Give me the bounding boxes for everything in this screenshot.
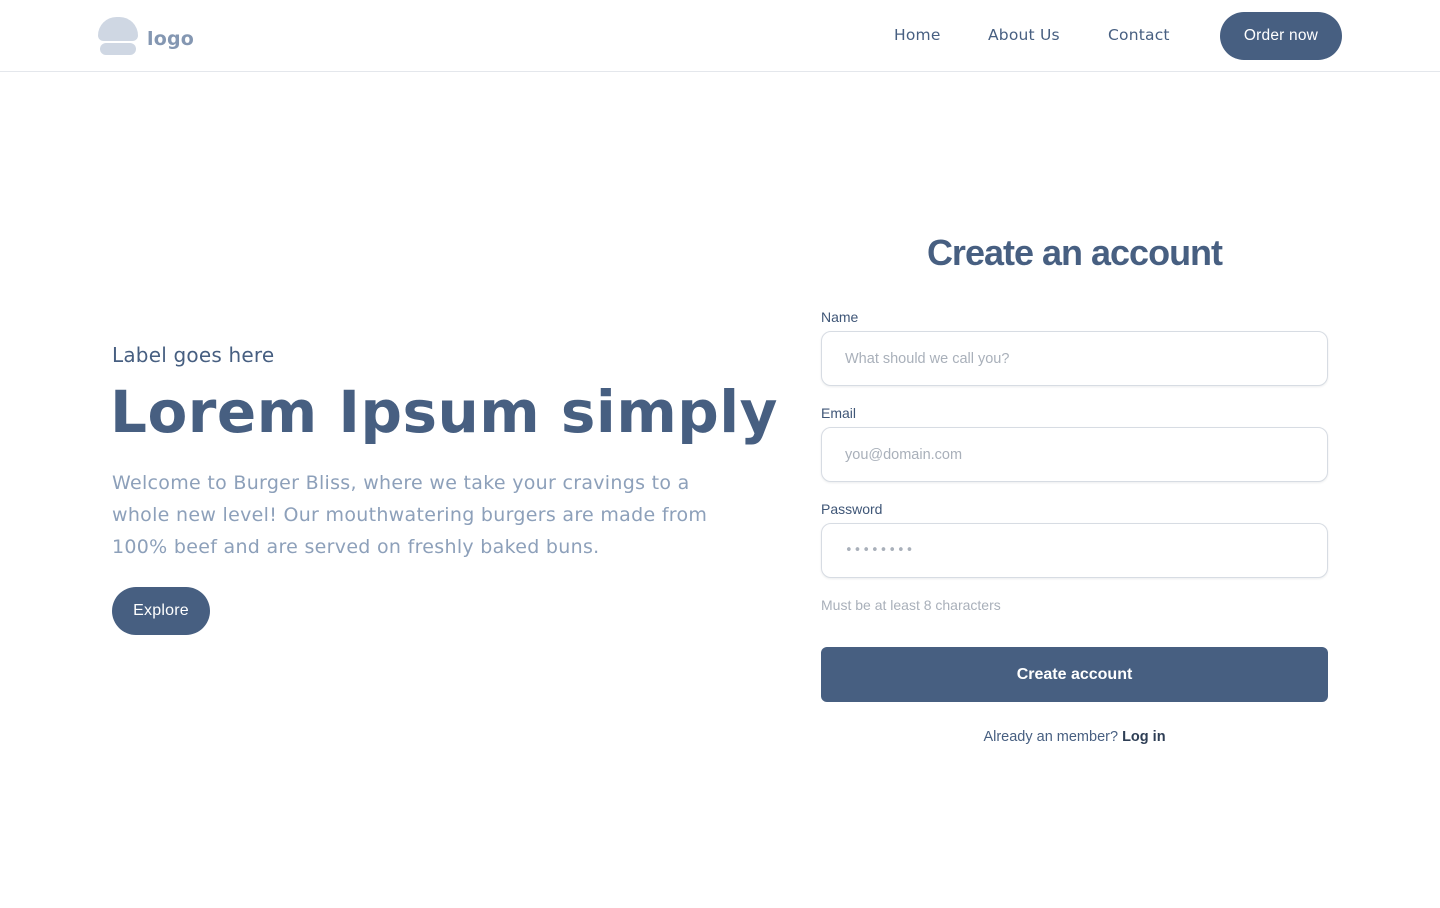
form-title: Create an account [926, 232, 1223, 273]
logo-text: logo [147, 28, 195, 50]
name-input[interactable] [821, 331, 1328, 386]
nav-link-contact[interactable]: Contact [1108, 26, 1170, 44]
member-prompt-text: Already an member? [983, 729, 1119, 745]
email-input[interactable] [821, 427, 1328, 482]
hero-description: Welcome to Burger Bliss, where we take y… [112, 472, 708, 558]
password-hint: Must be at least 8 characters [821, 597, 1001, 613]
create-account-button[interactable]: Create account [821, 647, 1328, 702]
name-label: Name [821, 309, 859, 325]
login-link[interactable]: Log in [1122, 729, 1166, 745]
burger-logo-icon [98, 17, 138, 55]
logo-bun-top [98, 17, 138, 41]
nav-link-about-us[interactable]: About Us [988, 26, 1060, 44]
site-header: logo Home About Us Contact Order now [0, 0, 1440, 72]
password-label: Password [821, 501, 883, 517]
nav-link-home[interactable]: Home [894, 26, 941, 44]
logo[interactable]: logo [98, 17, 194, 55]
password-masked-value: •••••••• [845, 543, 915, 558]
login-prompt: Already an member? Log in [821, 729, 1328, 745]
explore-button[interactable]: Explore [112, 587, 210, 635]
hero-label: Label goes here [112, 343, 275, 367]
order-now-button[interactable]: Order now [1220, 12, 1342, 60]
hero-title: Lorem Ipsum simply [110, 378, 778, 446]
email-label: Email [821, 405, 857, 421]
logo-bun-bottom [100, 43, 136, 55]
